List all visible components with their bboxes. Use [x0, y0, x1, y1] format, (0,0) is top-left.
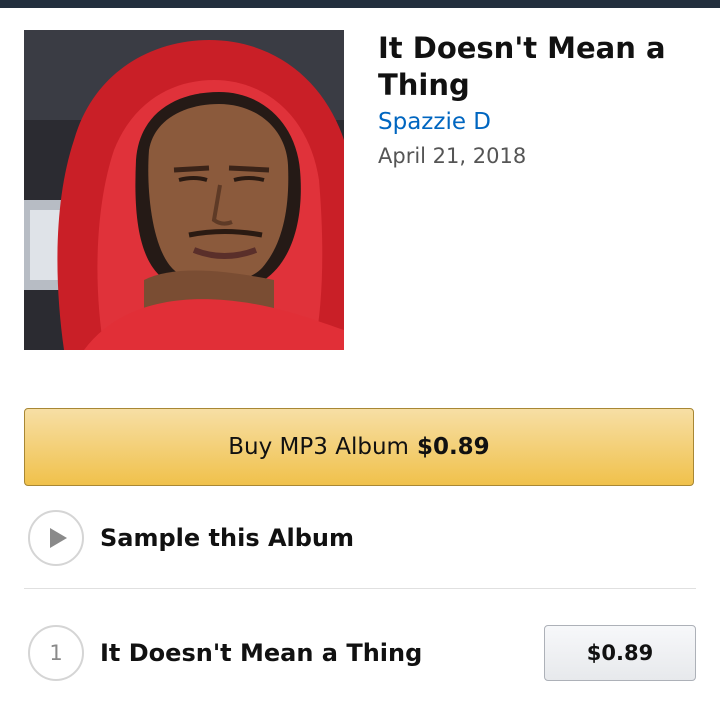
divider: [24, 588, 696, 589]
buy-mp3-album-button[interactable]: Buy MP3 Album $0.89: [24, 408, 694, 486]
album-title: It Doesn't Mean a Thing: [378, 31, 666, 102]
track-buy-button[interactable]: $0.89: [544, 625, 696, 681]
buy-button-label: Buy MP3 Album: [228, 434, 409, 460]
track-row[interactable]: 1 It Doesn't Mean a Thing $0.89: [28, 625, 698, 683]
album-cover[interactable]: [24, 30, 344, 350]
artist-link[interactable]: Spazzie D: [378, 106, 491, 138]
sample-album-label[interactable]: Sample this Album: [100, 524, 354, 552]
buy-button-price: $0.89: [416, 434, 490, 460]
release-date: April 21, 2018: [378, 144, 527, 168]
track-number: 1: [49, 641, 63, 665]
sample-album-row[interactable]: Sample this Album: [28, 509, 354, 567]
track-number-badge[interactable]: 1: [28, 625, 84, 681]
track-title[interactable]: It Doesn't Mean a Thing: [100, 637, 422, 669]
play-icon: [50, 528, 67, 548]
top-app-bar: [0, 0, 720, 8]
album-cover-photo-icon: [24, 30, 344, 350]
play-button[interactable]: [28, 510, 84, 566]
